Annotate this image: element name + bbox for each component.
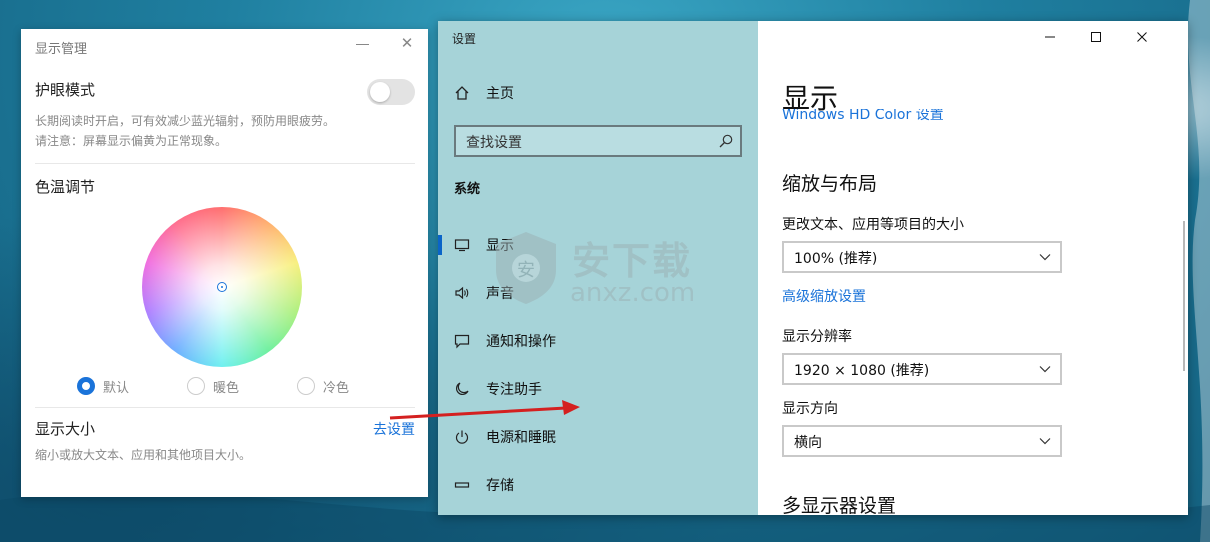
nav-item-label: 通知和操作 [486,334,556,350]
color-wheel-handle[interactable] [217,282,227,292]
display-size-title: 显示大小 [35,420,96,438]
radio-warm[interactable]: 暖色 [187,376,239,396]
nav-item-label: 电源和睡眠 [486,430,556,446]
go-settings-link[interactable]: 去设置 [373,419,415,439]
nav-item-label: 存储 [486,478,514,494]
orientation-label: 显示方向 [782,401,838,417]
scale-layout-heading: 缩放与布局 [782,173,878,195]
nav-item-label: 显示 [486,238,514,254]
resolution-value: 1920 × 1080 (推荐) [794,363,930,379]
nav-item-label: 声音 [486,286,514,302]
divider [35,163,415,164]
text-size-label: 更改文本、应用等项目的大小 [782,217,964,233]
color-temp-title: 色温调节 [35,178,96,196]
window-title: 设置 [452,32,477,46]
speaker-icon [452,283,472,303]
radio-button [297,377,315,395]
multi-display-heading: 多显示器设置 [782,495,897,515]
close-icon [1137,32,1147,42]
search-settings-input[interactable]: 查找设置 [454,125,742,157]
nav-section-system: 系统 [454,182,481,197]
minimize-button[interactable] [1027,21,1073,53]
text-size-dropdown[interactable]: 100% (推荐) [782,241,1062,273]
text-size-value: 100% (推荐) [794,251,878,267]
chevron-down-icon [1039,366,1051,373]
display-size-description: 缩小或放大文本、应用和其他项目大小。 [35,448,252,462]
selected-indicator [438,235,442,255]
radio-label: 默认 [103,380,130,396]
power-icon [452,427,472,447]
settings-content: 显示 Windows HD Color 设置 缩放与布局 更改文本、应用等项目的… [758,21,1188,515]
radio-label: 暖色 [213,380,240,396]
panel-title: 显示管理 [35,42,88,57]
nav-home[interactable]: 主页 [438,75,758,111]
eye-mode-description: 长期阅读时开启，可有效减少蓝光辐射，预防用眼疲劳。 请注意：屏幕显示偏黄为正常现… [35,111,415,151]
display-manager-panel: 显示管理 ✕ 护眼模式 长期阅读时开启，可有效减少蓝光辐射，预防用眼疲劳。 请注… [21,29,428,497]
orientation-dropdown[interactable]: 横向 [782,425,1062,457]
radio-button-selected [77,377,95,395]
orientation-value: 横向 [794,435,822,451]
monitor-icon [452,235,472,255]
eye-mode-desc-line1: 长期阅读时开启，可有效减少蓝光辐射，预防用眼疲劳。 [35,114,336,128]
search-placeholder: 查找设置 [466,135,522,151]
nav-item-display[interactable]: 显示 [438,227,758,263]
search-icon [719,134,733,148]
scrollbar[interactable] [1183,221,1185,371]
nav-item-storage[interactable]: 存储 [438,467,758,503]
minimize-icon [1045,36,1055,38]
settings-sidebar: 设置 主页 查找设置 系统 显示 声音 通知和操作 专注助手 电源和睡眠 存储 [438,21,758,515]
nav-item-power-sleep[interactable]: 电源和睡眠 [438,419,758,455]
hd-color-settings-link[interactable]: Windows HD Color 设置 [782,109,944,123]
minimize-button[interactable] [353,32,373,52]
resolution-label: 显示分辨率 [782,329,852,345]
radio-default[interactable]: 默认 [77,376,129,396]
nav-item-focus-assist[interactable]: 专注助手 [438,371,758,407]
nav-item-label: 专注助手 [486,382,542,398]
nav-item-notifications[interactable]: 通知和操作 [438,323,758,359]
home-icon [452,83,472,103]
maximize-icon [1091,32,1101,42]
eye-mode-title: 护眼模式 [35,81,96,99]
settings-window: 设置 主页 查找设置 系统 显示 声音 通知和操作 专注助手 电源和睡眠 存储 … [438,21,1188,515]
chevron-down-icon [1039,254,1051,261]
nav-item-sound[interactable]: 声音 [438,275,758,311]
close-button[interactable] [1119,21,1165,53]
eye-mode-toggle[interactable] [367,79,415,105]
radio-label: 冷色 [323,380,350,396]
storage-icon [452,475,472,495]
divider [35,407,415,408]
notification-icon [452,331,472,351]
maximize-button[interactable] [1073,21,1119,53]
resolution-dropdown[interactable]: 1920 × 1080 (推荐) [782,353,1062,385]
close-button[interactable]: ✕ [397,33,417,53]
color-wheel[interactable] [142,207,302,367]
nav-home-label: 主页 [486,86,514,102]
chevron-down-icon [1039,438,1051,445]
eye-mode-desc-line2: 请注意：屏幕显示偏黄为正常现象。 [35,134,228,148]
advanced-scaling-link[interactable]: 高级缩放设置 [782,286,866,306]
moon-icon [452,379,472,399]
toggle-knob [370,82,390,102]
radio-cool[interactable]: 冷色 [297,376,349,396]
radio-button [187,377,205,395]
